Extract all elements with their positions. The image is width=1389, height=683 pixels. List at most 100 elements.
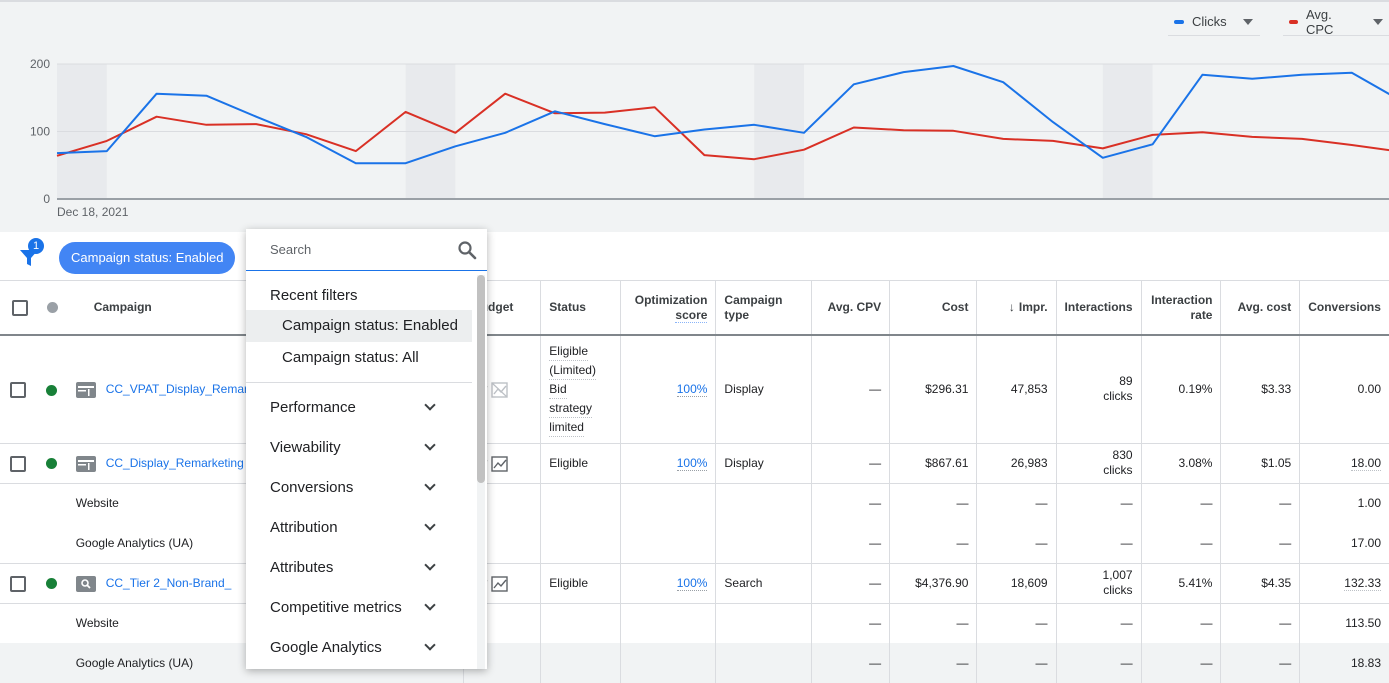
enabled-status-dot-icon[interactable] [46,458,57,469]
empty-cell [0,643,38,683]
budget-chart-icon[interactable] [487,456,509,470]
display-campaign-icon [76,456,96,472]
filter-category-item[interactable]: Google Analytics [246,627,472,667]
empty-cell [716,603,811,643]
conversion-source-name: Google Analytics (UA) [76,656,193,670]
budget-chart-disabled-icon[interactable] [487,382,509,396]
header-text: Campaign [724,293,782,307]
filter-chip-campaign-status[interactable]: Campaign status: Enabled [59,242,235,274]
dropdown-caret-icon [1373,19,1383,25]
filter-categories: PerformanceViewabilityConversions Attribu… [246,383,487,667]
interactions-value: — [1121,536,1133,550]
interaction-rate-cell: 0.19% [1141,335,1221,443]
budget-chart-icon[interactable] [487,576,509,590]
interactions-value: 1,007 [1103,568,1133,582]
legend-clicks-selector[interactable]: Clicks [1168,12,1260,36]
dropdown-caret-icon [1243,19,1253,25]
filter-category-item[interactable]: Attribution [246,507,472,547]
recent-filter-item[interactable]: Campaign status: Enabled [246,310,472,342]
campaign-type-value: Display [724,456,763,470]
campaign-row: CC_Tier 2_Non-Brand_layEligible100%Searc… [0,563,1389,603]
clicks-swatch-icon [1174,20,1184,24]
scrollbar-thumb[interactable] [477,275,485,483]
legend-cpc-label: Avg. CPC [1306,7,1357,37]
cost-value: — [956,656,968,670]
dropdown-scrollbar[interactable] [477,275,485,669]
campaign-type-cell: Search [716,563,811,603]
status-text: Bid [549,380,566,399]
search-icon[interactable] [457,240,477,260]
legend-cpc-selector[interactable]: Avg. CPC [1283,12,1389,36]
header-status[interactable]: Status [541,281,620,335]
empty-cell [38,483,68,523]
optimization-score-link[interactable]: 100% [677,382,708,397]
header-interactions[interactable]: Interactions [1056,281,1141,335]
filter-search-input[interactable] [270,242,450,257]
interaction-rate-value: 3.08% [1178,456,1212,470]
select-all-checkbox[interactable] [12,300,28,316]
enabled-status-dot-icon[interactable] [46,385,57,396]
avg-cpv-value: — [869,456,881,470]
impr-value: 18,609 [1011,576,1048,590]
conversion-source-row: Website——————1.00 [0,483,1389,523]
impr-value: 26,983 [1011,456,1048,470]
recent-filter-item[interactable]: Campaign status: All [246,342,472,374]
conversions-cell: 1.00 [1300,483,1389,523]
chevron-down-icon [424,599,435,610]
row-checkbox[interactable] [10,456,26,472]
empty-cell [541,523,620,563]
conversion-source-row: Website——————113.50 [0,603,1389,643]
interaction-rate-value: — [1200,616,1212,630]
row-status-cell [38,443,68,483]
interactions-unit: clicks [1103,463,1132,477]
category-label: Attribution [270,519,338,536]
header-optimization-score[interactable]: Optimizationscore [620,281,716,335]
optimization-score-cell: 100% [620,563,716,603]
conversions-value: 0.00 [1358,382,1381,396]
header-cost[interactable]: Cost [890,281,977,335]
avg-cost-cell: $3.33 [1221,335,1300,443]
avg-cpv-cell: — [811,483,890,523]
row-checkbox[interactable] [10,382,26,398]
filter-category-item[interactable]: Performance [246,387,472,427]
campaign-name-link[interactable]: CC_Tier 2_Non-Brand_ [106,576,232,590]
avg-cost-value: — [1279,496,1291,510]
header-avg-cost[interactable]: Avg. cost [1221,281,1300,335]
impr-cell: — [977,603,1056,643]
avg-cost-value: $3.33 [1261,382,1291,396]
header-avg-cpv[interactable]: Avg. CPV [811,281,890,335]
empty-cell [541,483,620,523]
header-conversions[interactable]: Conversions [1300,281,1389,335]
row-status-cell [38,335,68,443]
interactions-value: — [1121,496,1133,510]
status-text: Eligible [549,574,588,592]
y-tick-label: 100 [30,125,50,139]
avg-cpv-value: — [869,616,881,630]
interaction-rate-cell: — [1141,483,1221,523]
optimization-score-link[interactable]: 100% [677,576,708,591]
filter-category-item[interactable]: Competitive metrics [246,587,472,627]
chevron-down-icon [424,639,435,650]
optimization-score-link[interactable]: 100% [677,456,708,471]
filter-category-item[interactable]: Viewability [246,427,472,467]
avg-cost-cell: — [1221,483,1300,523]
avg-cost-cell: $4.35 [1221,563,1300,603]
empty-cell [0,603,38,643]
filter-dropdown: Recent filters Campaign status: Enabled … [246,229,487,669]
header-interaction-rate[interactable]: Interactionrate [1141,281,1221,335]
filter-category-item[interactable]: Attributes [246,547,472,587]
header-campaign-type[interactable]: Campaigntype [716,281,811,335]
conversions-cell: 17.00 [1300,523,1389,563]
impr-value: — [1036,656,1048,670]
conversions-value: 113.50 [1345,616,1381,630]
interaction-rate-value: — [1200,496,1212,510]
interactions-unit: clicks [1103,583,1132,597]
campaign-name-link[interactable]: CC_Display_Remarketing [106,456,244,470]
enabled-status-dot-icon[interactable] [46,578,57,589]
avg-cpv-cell: — [811,523,890,563]
filter-category-item[interactable]: Conversions [246,467,472,507]
header-impr[interactable]: ↓Impr. [977,281,1056,335]
campaign-row: CC_Display_RemarketinglayEligible100%Dis… [0,443,1389,483]
impr-value: — [1036,496,1048,510]
row-checkbox[interactable] [10,576,26,592]
